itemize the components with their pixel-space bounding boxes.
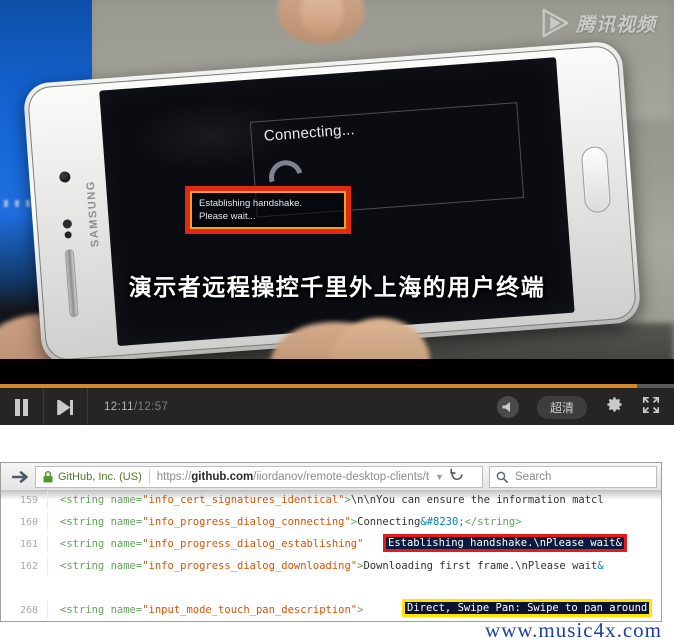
reload-button[interactable] — [450, 468, 464, 485]
address-bar-divider — [149, 469, 150, 484]
fullscreen-icon — [642, 396, 660, 414]
code-view[interactable]: 159 <string name="info_cert_signatures_i… — [1, 491, 661, 621]
play-triangle-icon — [539, 8, 569, 38]
address-bar[interactable]: GitHub, Inc. (US) https://github.com/iio… — [35, 466, 483, 488]
code-text: Downloading first frame.\nPlease wait — [363, 560, 597, 572]
code-line-content: <string name="info_progress_dialog_conne… — [48, 516, 522, 528]
site-watermark: www.music4x.com — [0, 618, 674, 640]
line-number[interactable]: 268 — [1, 605, 47, 616]
current-time: 12:11 — [104, 401, 134, 413]
code-line: 159 <string name="info_cert_signatures_i… — [1, 491, 661, 509]
volume-button[interactable] — [497, 396, 519, 418]
video-player[interactable]: SAMSUNG Connecting... Establishing hands… — [0, 0, 674, 425]
code-tag-close: > — [357, 604, 363, 616]
settings-button[interactable] — [605, 395, 624, 419]
code-tag: <string name= — [60, 494, 142, 506]
next-track-icon — [57, 400, 74, 415]
video-subtitle: 演示者远程操控千里外上海的用户终端 — [0, 268, 674, 302]
code-attr-value: "input_mode_touch_pan_description" — [142, 604, 357, 616]
reload-icon — [450, 468, 464, 482]
code-text: \n\nYou can ensure the information matcl — [351, 494, 604, 506]
line-number[interactable]: 162 — [1, 561, 47, 572]
line-number[interactable]: 161 — [1, 539, 47, 550]
gear-icon — [605, 395, 624, 414]
code-attr-value: "info_progress_dialog_connecting" — [142, 516, 351, 528]
code-tag: <string name= — [60, 604, 142, 616]
code-tag: <string name= — [60, 560, 142, 572]
search-input[interactable]: Search — [515, 471, 551, 483]
code-tag: <string name= — [60, 516, 142, 528]
line-number[interactable]: 159 — [1, 495, 47, 506]
forward-arrow-icon — [12, 470, 29, 484]
browser-window[interactable]: GitHub, Inc. (US) https://github.com/iio… — [0, 462, 662, 622]
forward-button[interactable] — [5, 465, 35, 489]
code-line: 160 <string name="info_progress_dialog_c… — [1, 513, 661, 531]
code-text: Connecting — [357, 516, 420, 528]
chevron-down-icon[interactable]: ▼ — [435, 472, 444, 482]
code-entity: &#8230; — [420, 516, 464, 528]
code-line-content: <string name="info_cert_signatures_ident… — [48, 494, 604, 506]
code-line-content: <string name="info_progress_dialog_downl… — [48, 560, 604, 572]
dialog-highlight-box: Establishing handshake. Please wait... — [185, 186, 351, 234]
volume-icon — [501, 401, 514, 413]
fullscreen-button[interactable] — [642, 396, 660, 419]
code-attr-value: "info_progress_dialog_downloading" — [142, 560, 357, 572]
search-icon — [496, 471, 508, 483]
code-line: 162 <string name="info_progress_dialog_d… — [1, 557, 661, 575]
dialog-title: Connecting... — [263, 121, 355, 145]
code-tag: <string name= — [60, 538, 142, 550]
player-controls-bar[interactable]: 12:11/12:57 超清 — [0, 383, 674, 425]
code-line-content: <string name="info_progress_dialog_estab… — [48, 538, 363, 550]
dialog-highlight-line1: Establishing handshake. — [199, 197, 302, 210]
tencent-video-logo-text: 腾讯视频 — [576, 10, 656, 37]
home-button[interactable] — [581, 146, 612, 214]
url-path: /iiordanov/remote-desktop-clients/t — [253, 471, 429, 483]
code-line-content: <string name="input_mode_touch_pan_descr… — [48, 604, 363, 616]
pause-button[interactable] — [0, 388, 44, 425]
time-display: 12:11/12:57 — [88, 401, 168, 413]
player-controls-left: 12:11/12:57 — [0, 388, 168, 425]
dialog-highlight-text: Establishing handshake. Please wait... — [199, 197, 302, 223]
browser-navigation-bar: GitHub, Inc. (US) https://github.com/iio… — [1, 463, 661, 491]
code-attr-value: "info_progress_dialog_establishing" — [142, 538, 363, 550]
player-controls-right: 超清 — [497, 388, 660, 425]
url-text: https://github.com/iiordanov/remote-desk… — [157, 471, 429, 483]
url-scheme: https:// — [157, 471, 192, 483]
code-highlight-red: Establishing handshake.\nPlease wait& — [383, 534, 627, 552]
url-host: github.com — [191, 471, 253, 483]
code-tag-end: </string> — [465, 516, 522, 528]
code-highlight-yellow: Direct, Swipe Pan: Swipe to pan around — [402, 599, 652, 617]
code-entity: & — [597, 560, 603, 572]
quality-selector[interactable]: 超清 — [537, 396, 587, 419]
total-time: 12:57 — [138, 401, 169, 413]
next-button[interactable] — [44, 388, 88, 425]
code-attr-value: "info_cert_signatures_identical" — [142, 494, 344, 506]
site-identity-label: GitHub, Inc. (US) — [58, 471, 142, 483]
line-number[interactable]: 160 — [1, 517, 47, 528]
search-bar[interactable]: Search — [489, 466, 657, 488]
dialog-highlight-line2: Please wait... — [199, 210, 302, 223]
tencent-video-logo: 腾讯视频 — [539, 8, 656, 38]
video-letterbox — [0, 359, 674, 385]
lock-icon — [43, 471, 53, 483]
pause-icon — [14, 399, 29, 416]
